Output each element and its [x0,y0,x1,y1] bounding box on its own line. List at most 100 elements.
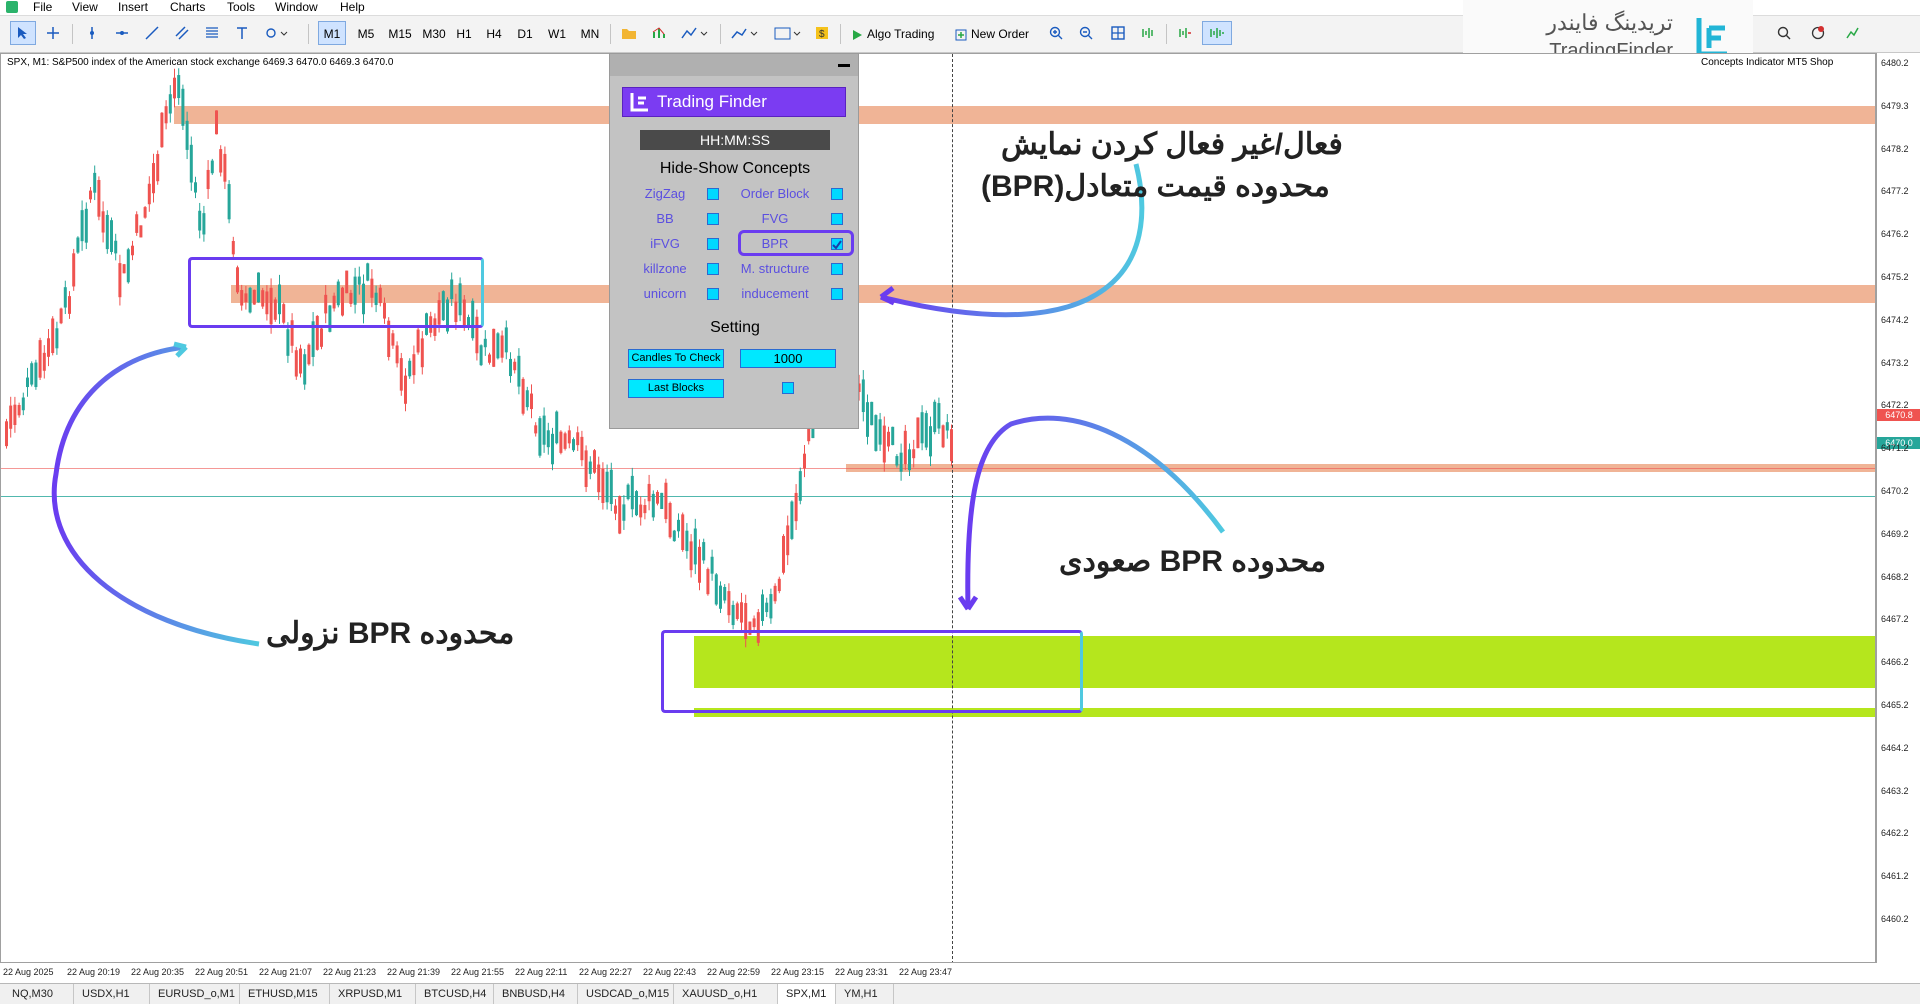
candle-body [189,144,193,183]
candle-body [307,344,311,365]
symbol-tab[interactable]: ETHUSD,M15 [240,984,330,1004]
price-tick: 6479.3 [1881,100,1909,111]
candles-to-check-input[interactable]: 1000 [740,349,836,368]
menu-view[interactable]: View [72,0,98,15]
symbol-tab[interactable]: USDX,H1 [74,984,150,1004]
candle-body [567,430,571,444]
price-tick: 6474.2 [1881,314,1909,325]
menu-help[interactable]: Help [340,0,365,15]
chart-area[interactable]: SPX, M1: S&P500 index of the American st… [0,53,1876,963]
time-tick: 22 Aug 20:35 [131,967,185,977]
candle-body [601,468,605,503]
candle-body [887,431,890,447]
time-axis[interactable]: 22 Aug 2025 22 Aug 20:19 22 Aug 20:35 22 Au… [0,963,1876,983]
shapes-tool-button[interactable] [260,21,294,45]
concept-checkbox-zigzag[interactable] [707,188,719,200]
menu-file[interactable]: File [33,0,52,15]
trendline-tool-button[interactable] [140,21,164,45]
candle-body [17,405,21,416]
fibonacci-tool-button[interactable] [200,21,224,45]
candle-body [483,338,487,348]
vertical-line-tool-button[interactable] [80,21,104,45]
symbol-tab[interactable]: USDCAD_o,M15 [578,984,674,1004]
candle-body [677,519,680,532]
indicators-button[interactable] [646,21,672,45]
symbol-tab[interactable]: EURUSD_o,M1 [150,984,240,1004]
zoom-in-button[interactable] [1044,21,1068,45]
candle-body [643,505,647,514]
signals-button[interactable] [1840,21,1864,45]
menu-charts[interactable]: Charts [170,0,205,15]
zoom-in-icon [1049,26,1063,40]
price-axis[interactable]: 6470.8 6470.0 6480.2 6479.3 6478.2 6477.2 64… [1876,53,1920,963]
candle-body [420,338,424,368]
menu-window[interactable]: Window [275,0,318,15]
chart-type-button[interactable] [676,21,714,45]
timeframe-m5[interactable]: M5 [352,21,380,45]
symbol-tab[interactable]: SPX,M1 [778,984,836,1004]
horizontal-line-tool-button[interactable] [110,21,134,45]
new-order-button[interactable]: New Order [952,21,1034,45]
chart-auto-button[interactable] [1202,21,1232,45]
trendline-icon [145,26,159,40]
timeframe-h4[interactable]: H4 [480,21,508,45]
algo-trading-button[interactable]: Algo Trading [846,21,946,45]
chart-shift-button[interactable] [1136,21,1160,45]
concept-checkbox-bb[interactable] [707,213,719,225]
symbol-tab[interactable]: BNBUSD,H4 [494,984,578,1004]
tile-windows-button[interactable] [1106,21,1130,45]
candle-body [139,225,143,238]
market-button[interactable]: $ [810,21,834,45]
search-button[interactable] [1772,21,1796,45]
candle-body [93,172,97,193]
brand-name-fa: تریدینگ فایندر [1546,10,1673,35]
symbol-tab[interactable]: XRPUSD,M1 [330,984,416,1004]
concept-label-inducement: inducement [741,286,809,301]
candle-body [719,585,722,609]
symbol-tab[interactable]: YM,H1 [836,984,894,1004]
timeframe-w1[interactable]: W1 [543,21,571,45]
templates-button[interactable] [770,21,806,45]
fibonacci-icon [206,27,218,38]
concept-checkbox-killzone[interactable] [707,263,719,275]
candle-body [294,350,298,377]
text-tool-button[interactable] [230,21,254,45]
candle-body [866,402,869,437]
timeframe-m1[interactable]: M1 [318,21,346,45]
concept-checkbox-inducement[interactable] [831,288,843,300]
concept-checkbox-order-block[interactable] [831,188,843,200]
channel-tool-button[interactable] [170,21,194,45]
candle-body [895,456,899,466]
symbol-tab[interactable]: XAUUSD_o,H1 [674,984,778,1004]
concept-checkbox-fvg[interactable] [831,213,843,225]
candle-body [635,491,638,516]
concept-checkbox-m-structure[interactable] [831,263,843,275]
candle-body [651,493,655,518]
last-blocks-checkbox[interactable] [782,382,794,394]
symbol-tab[interactable]: NQ,M30 [4,984,74,1004]
candle-body [542,415,546,445]
concept-checkbox-unicorn[interactable] [707,288,719,300]
concept-checkbox-ifvg[interactable] [707,238,719,250]
timeframe-m30[interactable]: M30 [418,21,450,45]
timeframe-mn[interactable]: MN [575,21,605,45]
panel-minimize-icon[interactable] [838,64,850,67]
candle-body [34,362,38,388]
time-tick: 22 Aug 20:51 [195,967,249,977]
candle-body [496,333,500,359]
cursor-tool-button[interactable] [10,21,36,45]
price-tick: 6473.2 [1881,357,1909,368]
timeframe-m15[interactable]: M15 [384,21,416,45]
zoom-out-button[interactable] [1074,21,1098,45]
chart-style-button[interactable] [726,21,764,45]
timeframe-h1[interactable]: H1 [450,21,478,45]
symbol-tab[interactable]: BTCUSD,H4 [416,984,494,1004]
chat-button[interactable] [1806,21,1830,45]
menu-tools[interactable]: Tools [227,0,255,15]
menu-insert[interactable]: Insert [118,0,148,15]
profiles-button[interactable] [616,21,642,45]
autoscroll-button[interactable] [1172,21,1198,45]
crosshair-tool-button[interactable] [40,21,66,45]
timeframe-d1[interactable]: D1 [511,21,539,45]
candle-body [68,296,71,314]
